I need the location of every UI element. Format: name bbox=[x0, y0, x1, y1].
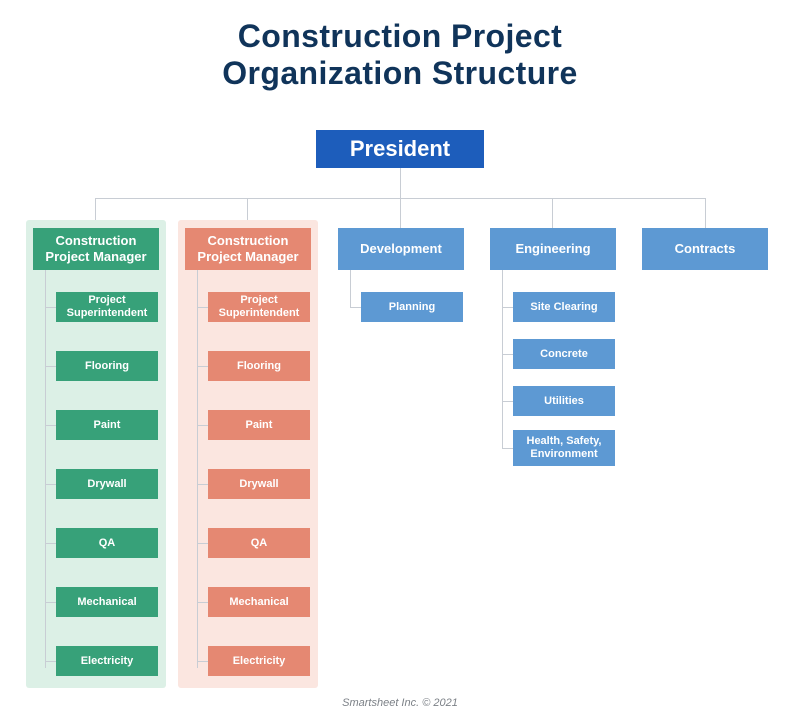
engineering-child: Site Clearing bbox=[513, 292, 615, 322]
cpm2-child: Flooring bbox=[208, 351, 310, 381]
connector bbox=[197, 484, 208, 485]
connector bbox=[45, 543, 56, 544]
connector bbox=[45, 602, 56, 603]
cpm2-group-bg bbox=[178, 220, 318, 688]
cpm2-child-label: Drywall bbox=[239, 478, 278, 491]
connector bbox=[502, 401, 513, 402]
title-line-2: Organization Structure bbox=[222, 55, 578, 91]
cpm1-child: Project Superintendent bbox=[56, 292, 158, 322]
connector bbox=[197, 425, 208, 426]
cpm2-child: Drywall bbox=[208, 469, 310, 499]
engineering-child-label: Utilities bbox=[544, 395, 584, 408]
cpm1-child: Paint bbox=[56, 410, 158, 440]
connector bbox=[400, 198, 401, 228]
cpm1-child: QA bbox=[56, 528, 158, 558]
engineering-child-label: Site Clearing bbox=[530, 301, 597, 314]
connector bbox=[502, 270, 503, 448]
connector bbox=[705, 198, 706, 228]
connector bbox=[350, 307, 361, 308]
cpm2-child: Electricity bbox=[208, 646, 310, 676]
president-label: President bbox=[350, 136, 450, 162]
connector bbox=[45, 661, 56, 662]
engineering-child: Concrete bbox=[513, 339, 615, 369]
cpm1-child-label: Drywall bbox=[87, 478, 126, 491]
cpm1-child-label: Mechanical bbox=[77, 596, 136, 609]
engineering-label: Engineering bbox=[515, 241, 590, 257]
engineering-child-label: Concrete bbox=[540, 348, 588, 361]
connector bbox=[197, 543, 208, 544]
cpm1-child: Electricity bbox=[56, 646, 158, 676]
contracts-box: Contracts bbox=[642, 228, 768, 270]
development-child: Planning bbox=[361, 292, 463, 322]
connector bbox=[502, 307, 513, 308]
cpm1-child-label: Flooring bbox=[85, 360, 129, 373]
connector bbox=[45, 366, 56, 367]
cpm2-label: Construction Project Manager bbox=[191, 233, 305, 264]
connector bbox=[197, 366, 208, 367]
cpm1-label: Construction Project Manager bbox=[39, 233, 153, 264]
cpm2-child: Project Superintendent bbox=[208, 292, 310, 322]
cpm2-child-label: Flooring bbox=[237, 360, 281, 373]
connector bbox=[197, 661, 208, 662]
connector bbox=[197, 307, 208, 308]
development-label: Development bbox=[360, 241, 442, 257]
footer: Smartsheet Inc. © 2021 bbox=[0, 697, 800, 709]
cpm1-child-label: Paint bbox=[94, 419, 121, 432]
development-box: Development bbox=[338, 228, 464, 270]
contracts-label: Contracts bbox=[675, 241, 736, 257]
connector bbox=[502, 448, 513, 449]
cpm1-box: Construction Project Manager bbox=[33, 228, 159, 270]
cpm2-child-label: QA bbox=[251, 537, 268, 550]
engineering-child-label: Health, Safety, Environment bbox=[517, 435, 611, 460]
connector bbox=[45, 307, 56, 308]
footer-text: Smartsheet Inc. © 2021 bbox=[342, 697, 458, 709]
page-title: Construction Project Organization Struct… bbox=[0, 18, 800, 92]
cpm2-child: Mechanical bbox=[208, 587, 310, 617]
cpm2-child-label: Project Superintendent bbox=[212, 294, 306, 319]
cpm2-child-label: Electricity bbox=[233, 655, 286, 668]
cpm1-group-bg bbox=[26, 220, 166, 688]
cpm2-child-label: Mechanical bbox=[229, 596, 288, 609]
connector bbox=[350, 270, 351, 307]
cpm1-child-label: Electricity bbox=[81, 655, 134, 668]
connector bbox=[45, 484, 56, 485]
cpm2-child-label: Paint bbox=[246, 419, 273, 432]
connector bbox=[197, 602, 208, 603]
connector bbox=[197, 270, 198, 668]
cpm2-box: Construction Project Manager bbox=[185, 228, 311, 270]
cpm2-child: QA bbox=[208, 528, 310, 558]
cpm1-child: Drywall bbox=[56, 469, 158, 499]
cpm1-child-label: Project Superintendent bbox=[60, 294, 154, 319]
connector bbox=[400, 168, 401, 198]
connector bbox=[502, 354, 513, 355]
development-child-label: Planning bbox=[389, 301, 435, 314]
engineering-child: Utilities bbox=[513, 386, 615, 416]
connector bbox=[552, 198, 553, 228]
engineering-box: Engineering bbox=[490, 228, 616, 270]
cpm1-child-label: QA bbox=[99, 537, 116, 550]
connector bbox=[45, 425, 56, 426]
cpm1-child: Mechanical bbox=[56, 587, 158, 617]
title-line-1: Construction Project bbox=[238, 18, 562, 54]
engineering-child: Health, Safety, Environment bbox=[513, 430, 615, 466]
president-box: President bbox=[316, 130, 484, 168]
cpm1-child: Flooring bbox=[56, 351, 158, 381]
connector bbox=[45, 270, 46, 668]
cpm2-child: Paint bbox=[208, 410, 310, 440]
